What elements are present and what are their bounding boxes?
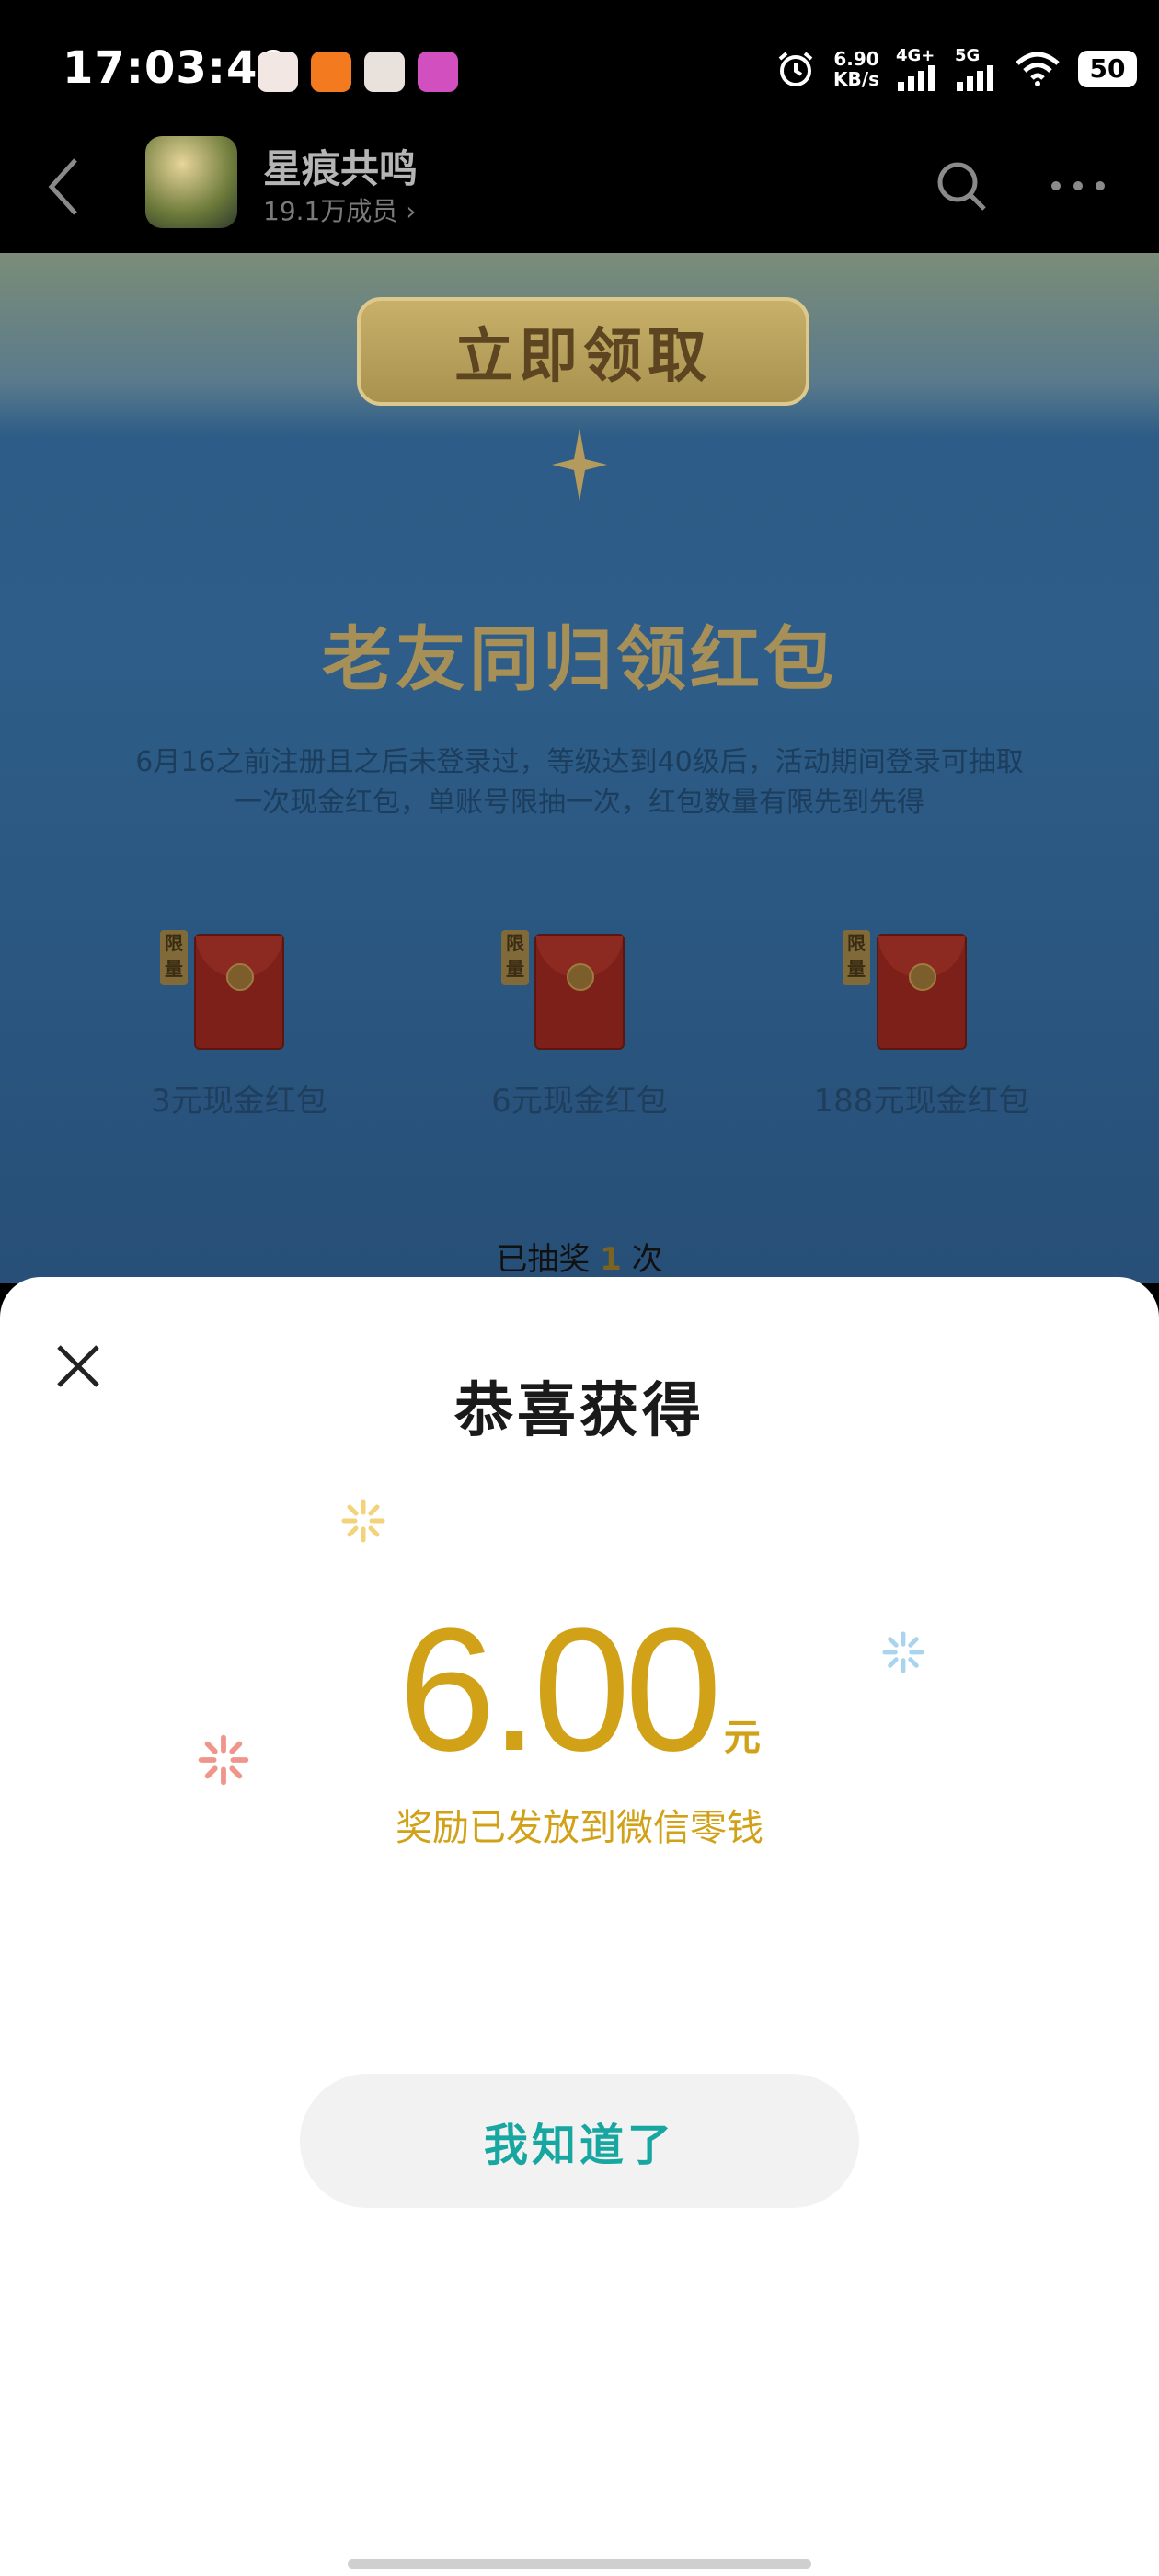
more-icon[interactable] [1049,167,1107,204]
prize-label: 188元现金红包 [813,1083,1030,1120]
app-notification-icon [364,52,405,92]
prize-label: 6元现金红包 [491,1083,668,1120]
chevron-right-icon: › [406,196,417,226]
signal-bars-icon [957,65,993,91]
claim-now-button[interactable]: 立即领取 [357,297,809,406]
reward-amount-unit: 元 [723,1717,761,1759]
app-notification-icon [258,52,298,92]
prize-item: 188元现金红包 [784,934,1060,1121]
group-title[interactable]: 星痕共鸣 [263,138,418,194]
signal-bars-icon [898,65,935,91]
sparkle-decoration-icon [552,428,607,501]
sparkle-yellow-icon [341,1499,385,1543]
got-it-button[interactable]: 我知道了 [300,2074,859,2208]
status-indicators: 6.90 KB/s 4G+ 5G 50 [775,46,1137,91]
battery-indicator: 50 [1078,50,1137,87]
member-count-text: 19.1万成员 [263,196,398,226]
event-description-line: 一次现金红包，单账号限抽一次，红包数量有限先到先得 [235,787,924,819]
red-envelope-icon [194,934,284,1050]
signal-5g: 5G [955,46,997,91]
reward-amount-value: 6.00 [398,1593,722,1788]
group-member-count[interactable]: 19.1万成员 › [263,191,416,228]
app-notification-icon [311,52,351,92]
signal-4g: 4G+ [896,46,938,91]
event-description: 6月16之前注册且之后未登录过，等级达到40级后，活动期间登录可抽取 一次现金红… [110,742,1049,823]
modal-title: 恭喜获得 [454,1377,705,1445]
event-title: 老友同归领红包 [322,618,837,700]
home-indicator[interactable] [348,2559,811,2569]
back-arrow-icon[interactable] [44,155,81,219]
prize-label: 3元现金红包 [151,1083,327,1120]
reward-amount: 6.00 元 [0,1590,1159,1790]
draw-count: 已抽奖 1 次 [0,1234,1159,1279]
draw-count-number: 1 [600,1241,622,1278]
status-time: 17:03:40 [63,42,290,94]
notification-icons [258,52,458,92]
red-envelope-icon [877,934,967,1050]
status-bar: 17:03:40 6.90 KB/s 4G+ 5G 50 [0,0,1159,138]
prize-item: 6元现金红包 [442,934,717,1121]
reward-modal: 恭喜获得 6.00 元 奖励已发放到微信零钱 我知道了 [0,1277,1159,2576]
network-speed-unit: KB/s [833,67,879,90]
draw-count-suffix: 次 [631,1241,663,1278]
event-page-background: 立即领取 老友同归领红包 6月16之前注册且之后未登录过，等级达到40级后，活动… [0,253,1159,1283]
search-icon[interactable] [934,158,989,213]
network-speed: 6.90 KB/s [833,49,879,89]
group-avatar[interactable] [145,136,237,228]
draw-count-prefix: 已抽奖 [496,1241,591,1278]
app-header: 星痕共鸣 19.1万成员 › [0,120,1159,253]
event-description-line: 6月16之前注册且之后未登录过，等级达到40级后，活动期间登录可抽取 [135,746,1024,778]
prize-item: 3元现金红包 [101,934,377,1121]
wifi-icon [1016,52,1060,86]
red-envelope-icon [534,934,625,1050]
network-speed-value: 6.90 [833,47,879,70]
app-notification-icon [418,52,458,92]
reward-note: 奖励已发放到微信零钱 [396,1807,763,1849]
signal-label-4g: 4G+ [896,46,935,65]
signal-label-5g: 5G [955,46,981,65]
alarm-icon [778,51,813,86]
